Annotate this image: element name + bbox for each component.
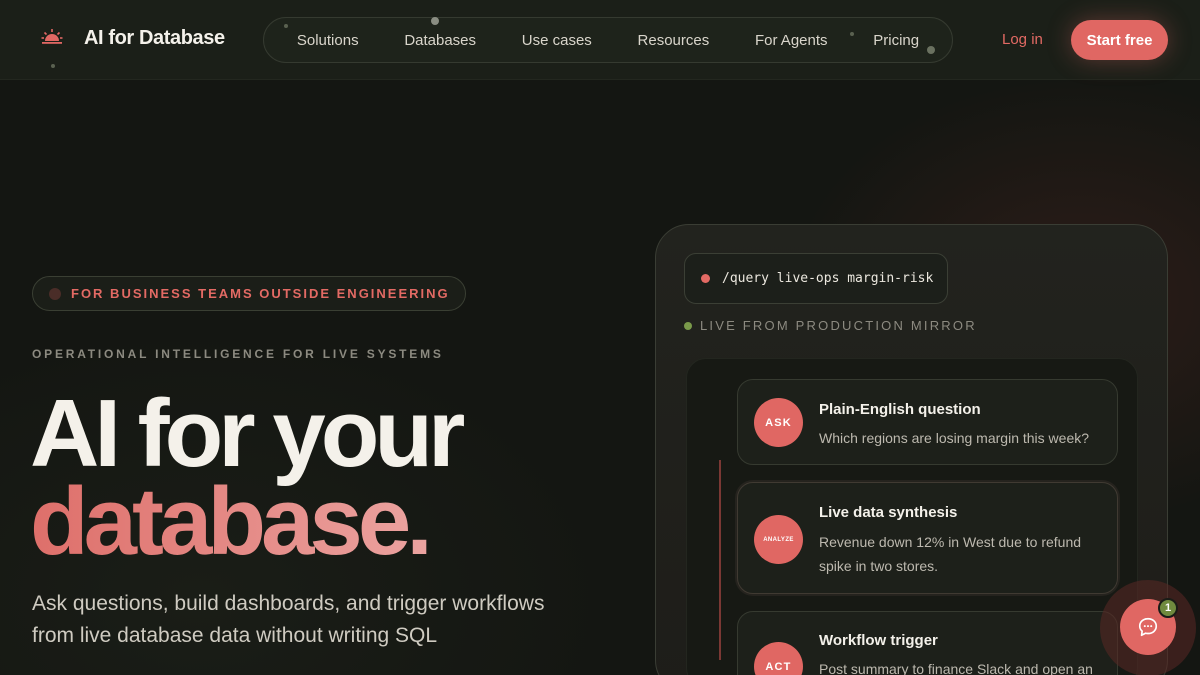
chat-unread-badge: 1 [1158,598,1178,618]
brand[interactable]: AI for Database [40,26,225,50]
nav-item-resources[interactable]: Resources [638,32,710,49]
live-status-label: LIVE FROM PRODUCTION MIRROR [700,318,977,333]
timeline-line [719,460,721,660]
audience-pill: FOR BUSINESS TEAMS OUTSIDE ENGINEERING [32,276,466,311]
step-title: Plain-English question [819,401,981,418]
step-body: Which regions are losing margin this wee… [819,430,1090,446]
nav-item-solutions[interactable]: Solutions [297,32,359,49]
step-act: ACT Workflow trigger Post summary to fin… [737,611,1118,675]
nav-item-use-cases[interactable]: Use cases [522,32,592,49]
step-title: Workflow trigger [819,632,938,649]
nav-item-for-agents[interactable]: For Agents [755,32,828,49]
step-ask: ASK Plain-English question Which regions… [737,379,1118,465]
sunrise-logo-icon [40,26,64,50]
brand-name: AI for Database [84,26,225,49]
pill-dot-icon [49,287,61,300]
top-navigation-bar: AI for Database Solutions Databases Use … [0,0,1200,80]
nav-item-databases[interactable]: Databases [404,32,476,49]
audience-pill-label: FOR BUSINESS TEAMS OUTSIDE ENGINEERING [71,286,450,301]
main-nav: Solutions Databases Use cases Resources … [263,17,953,63]
step-analyze: ANALYZE Live data synthesis Revenue down… [737,482,1118,594]
query-status-dot-icon [701,274,710,283]
step-title: Live data synthesis [819,504,958,521]
decorative-dot [850,32,854,36]
decorative-dot [927,46,935,54]
step-body: Post summary to finance Slack and open a… [819,661,1093,675]
act-badge: ACT [754,642,803,675]
decorative-dot [431,17,439,25]
live-dot-icon [684,321,692,330]
hero-title-line-2: database. [30,468,433,575]
ask-badge: ASK [754,398,803,447]
decorative-dot [284,24,288,28]
live-status: LIVE FROM PRODUCTION MIRROR [684,318,977,333]
hero-eyebrow: OPERATIONAL INTELLIGENCE FOR LIVE SYSTEM… [32,347,444,361]
analyze-badge: ANALYZE [754,515,803,564]
nav-item-pricing[interactable]: Pricing [873,32,919,49]
step-body: Revenue down 12% in West due to refund s… [819,534,1082,574]
query-text: /query live-ops margin-risk [722,271,934,286]
hero-subtitle: Ask questions, build dashboards, and tri… [32,592,545,647]
decorative-dot [51,64,55,68]
login-link[interactable]: Log in [1002,31,1043,48]
start-free-button[interactable]: Start free [1071,20,1168,60]
query-command: /query live-ops margin-risk [684,253,948,304]
chat-bubble-icon [1138,617,1158,637]
